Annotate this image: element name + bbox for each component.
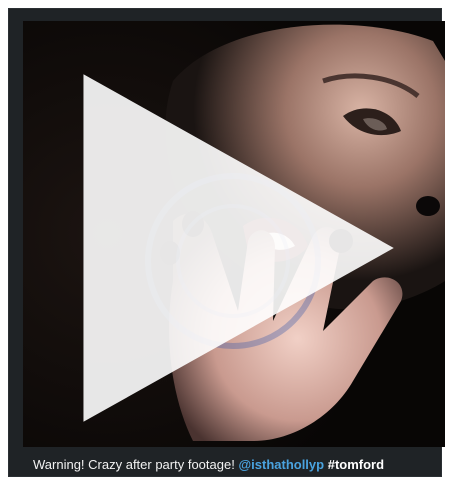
video-thumbnail[interactable] [23, 21, 445, 447]
hashtag-link[interactable]: #tomford [328, 457, 384, 472]
post-caption: Warning! Crazy after party footage! @ist… [33, 456, 443, 474]
mention-link[interactable]: @isthathollyp [238, 457, 324, 472]
play-icon[interactable] [23, 35, 431, 447]
post-card: Warning! Crazy after party footage! @ist… [8, 8, 445, 477]
caption-text: Warning! Crazy after party footage! [33, 457, 235, 472]
